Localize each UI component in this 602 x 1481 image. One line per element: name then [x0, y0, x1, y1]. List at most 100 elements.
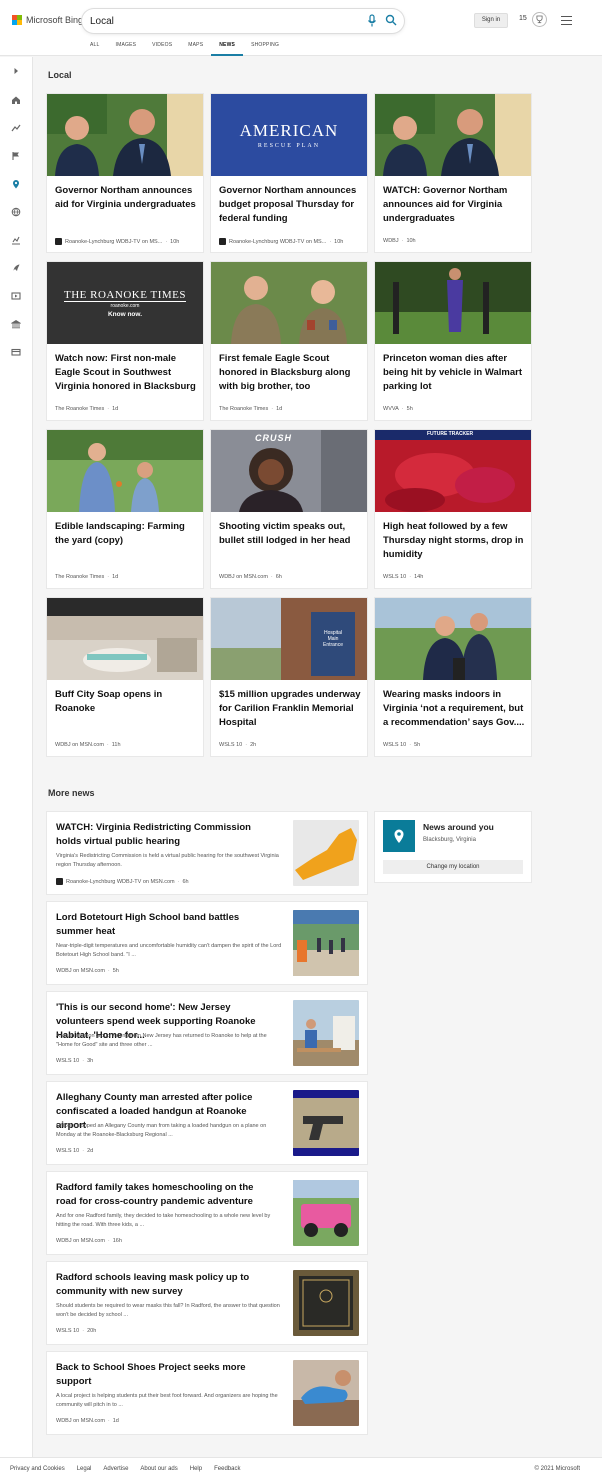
bing-logo[interactable]: Microsoft Bing [12, 15, 83, 25]
hamburger-menu-icon[interactable] [561, 16, 572, 25]
separator-dot: · [107, 1418, 110, 1424]
footer-link-advertise[interactable]: Advertise [103, 1466, 128, 1472]
news-card-image[interactable]: FUTURE TRACKER [375, 430, 531, 512]
news-card[interactable]: FUTURE TRACKER High heat followed by a fe… [375, 430, 531, 588]
news-card-image[interactable] [47, 598, 203, 680]
video-icon[interactable] [10, 290, 22, 302]
news-item-thumbnail[interactable] [293, 1090, 359, 1156]
news-card-title[interactable]: Buff City Soap opens in Roanoke [55, 688, 197, 716]
rocket-icon[interactable] [10, 262, 22, 274]
footer-link-legal[interactable]: Legal [77, 1466, 92, 1472]
news-card[interactable]: AMERICAN RESCUE PLAN Governor Northam anno… [211, 94, 367, 252]
news-card[interactable]: CRUSH Shooting victim speaks out, bullet … [211, 430, 367, 588]
news-card-image[interactable]: CRUSH [211, 430, 367, 512]
news-item-title[interactable]: WATCH: Virginia Redistricting Commission… [56, 821, 276, 849]
news-around-you-title: News around you [423, 822, 494, 832]
tab-news[interactable]: NEWS [211, 38, 244, 56]
news-card-image[interactable] [375, 262, 531, 344]
news-card-title[interactable]: Governor Northam announces aid for Virgi… [55, 184, 197, 212]
source-name: WDBJ [383, 238, 399, 244]
news-card[interactable]: Wearing masks indoors in Virginia ‘not a… [375, 598, 531, 756]
government-building-icon[interactable] [10, 318, 22, 330]
news-card-title[interactable]: WATCH: Governor Northam announces aid fo… [383, 184, 525, 226]
news-item-thumbnail[interactable] [293, 1360, 359, 1426]
globe-icon[interactable] [10, 206, 22, 218]
tab-all[interactable]: ALL [82, 38, 108, 56]
news-card-image[interactable] [47, 94, 203, 176]
news-card[interactable]: Edible landscaping: Farming the yard (co… [47, 430, 203, 588]
news-card-image[interactable] [375, 94, 531, 176]
news-item-thumbnail[interactable] [293, 910, 359, 976]
news-card-image[interactable] [375, 598, 531, 680]
news-card-image[interactable]: THE ROANOKE TIMES roanoke.com Know now. [47, 262, 203, 344]
news-card[interactable]: First female Eagle Scout honored in Blac… [211, 262, 367, 420]
search-icon[interactable] [385, 14, 397, 26]
tab-images[interactable]: IMAGES [108, 38, 145, 56]
news-card-title[interactable]: High heat followed by a few Thursday nig… [383, 520, 525, 562]
trending-icon[interactable] [10, 122, 22, 134]
news-card[interactable]: Governor Northam announces aid for Virgi… [47, 94, 203, 252]
news-list-item[interactable]: Lord Botetourt High School band battles … [47, 902, 367, 984]
search-box [82, 9, 404, 33]
news-card-title[interactable]: Watch now: First non-male Eagle Scout in… [55, 352, 197, 394]
tab-videos[interactable]: VIDEOS [144, 38, 180, 56]
flag-icon[interactable] [10, 150, 22, 162]
separator-dot: · [107, 968, 110, 974]
news-item-title[interactable]: Radford family takes homeschooling on th… [56, 1181, 276, 1209]
source-name: WSLS 10 [383, 742, 407, 748]
news-card-title[interactable]: Princeton woman dies after being hit by … [383, 352, 525, 394]
news-item-thumbnail[interactable] [293, 1180, 359, 1246]
news-card[interactable]: THE ROANOKE TIMES roanoke.com Know now. Wat… [47, 262, 203, 420]
news-card[interactable]: Hospital Main Entrance $15 million upgrades… [211, 598, 367, 756]
news-item-thumbnail[interactable] [293, 1270, 359, 1336]
tab-maps[interactable]: MAPS [180, 38, 211, 56]
news-item-thumbnail[interactable] [293, 820, 359, 886]
news-card[interactable]: WATCH: Governor Northam announces aid fo… [375, 94, 531, 252]
news-card[interactable]: Princeton woman dies after being hit by … [375, 262, 531, 420]
home-icon[interactable] [10, 94, 22, 106]
news-item-snippet: Officers stopped an Allegany County man … [56, 1123, 267, 1138]
news-card-image[interactable]: Hospital Main Entrance [211, 598, 367, 680]
news-card-title[interactable]: Edible landscaping: Farming the yard (co… [55, 520, 197, 548]
news-list-item[interactable]: 'This is our second home': New Jersey vo… [47, 992, 367, 1074]
news-item-thumbnail[interactable] [293, 1000, 359, 1066]
card-icon[interactable] [10, 346, 22, 358]
business-chart-icon[interactable] [10, 234, 22, 246]
news-card-title[interactable]: Shooting victim speaks out, bullet still… [219, 520, 361, 548]
news-card-title[interactable]: Wearing masks indoors in Virginia ‘not a… [383, 688, 525, 730]
microphone-icon[interactable] [366, 14, 378, 28]
expand-chevron-icon[interactable] [10, 65, 22, 77]
change-location-button[interactable]: Change my location [383, 860, 523, 874]
news-card-image[interactable] [47, 430, 203, 512]
news-list-item[interactable]: WATCH: Virginia Redistricting Commission… [47, 812, 367, 894]
news-list-item[interactable]: Back to School Shoes Project seeks more … [47, 1352, 367, 1434]
footer-link-about-ads[interactable]: About our ads [140, 1466, 177, 1472]
news-item-title[interactable]: Lord Botetourt High School band battles … [56, 911, 276, 939]
footer-link-help[interactable]: Help [190, 1466, 202, 1472]
tab-shopping[interactable]: SHOPPING [243, 38, 287, 56]
news-item-title[interactable]: Radford schools leaving mask policy up t… [56, 1271, 276, 1299]
news-card-image[interactable]: AMERICAN RESCUE PLAN [211, 94, 367, 176]
news-card-title[interactable]: Governor Northam announces budget propos… [219, 184, 361, 226]
news-card-image[interactable] [211, 262, 367, 344]
published-time: 10h [170, 238, 180, 245]
news-list-item[interactable]: Radford schools leaving mask policy up t… [47, 1262, 367, 1344]
rewards-count[interactable]: 15 [519, 15, 527, 22]
news-card[interactable]: Buff City Soap opens in Roanoke WDBJ on M… [47, 598, 203, 756]
news-list-item[interactable]: Radford family takes homeschooling on th… [47, 1172, 367, 1254]
location-pin-icon[interactable] [10, 178, 22, 190]
news-card-title[interactable]: $15 million upgrades underway for Carili… [219, 688, 361, 730]
separator-dot: · [107, 1238, 110, 1244]
search-input[interactable] [90, 13, 360, 29]
footer-link-feedback[interactable]: Feedback [214, 1466, 240, 1472]
news-item-source: WDBJ on MSN.com · 16h [56, 1238, 282, 1244]
rewards-trophy-icon[interactable] [532, 12, 547, 27]
signin-button[interactable]: Sign in [474, 13, 508, 28]
published-time: 10h [406, 238, 416, 244]
news-card-title[interactable]: First female Eagle Scout honored in Blac… [219, 352, 361, 394]
news-list-item[interactable]: Alleghany County man arrested after poli… [47, 1082, 367, 1164]
news-item-source: WSLS 10 · 2d [56, 1148, 282, 1154]
news-card-source: The Roanoke Times · 1d [219, 406, 361, 412]
news-item-title[interactable]: Back to School Shoes Project seeks more … [56, 1361, 276, 1389]
footer-link-privacy[interactable]: Privacy and Cookies [10, 1466, 65, 1472]
